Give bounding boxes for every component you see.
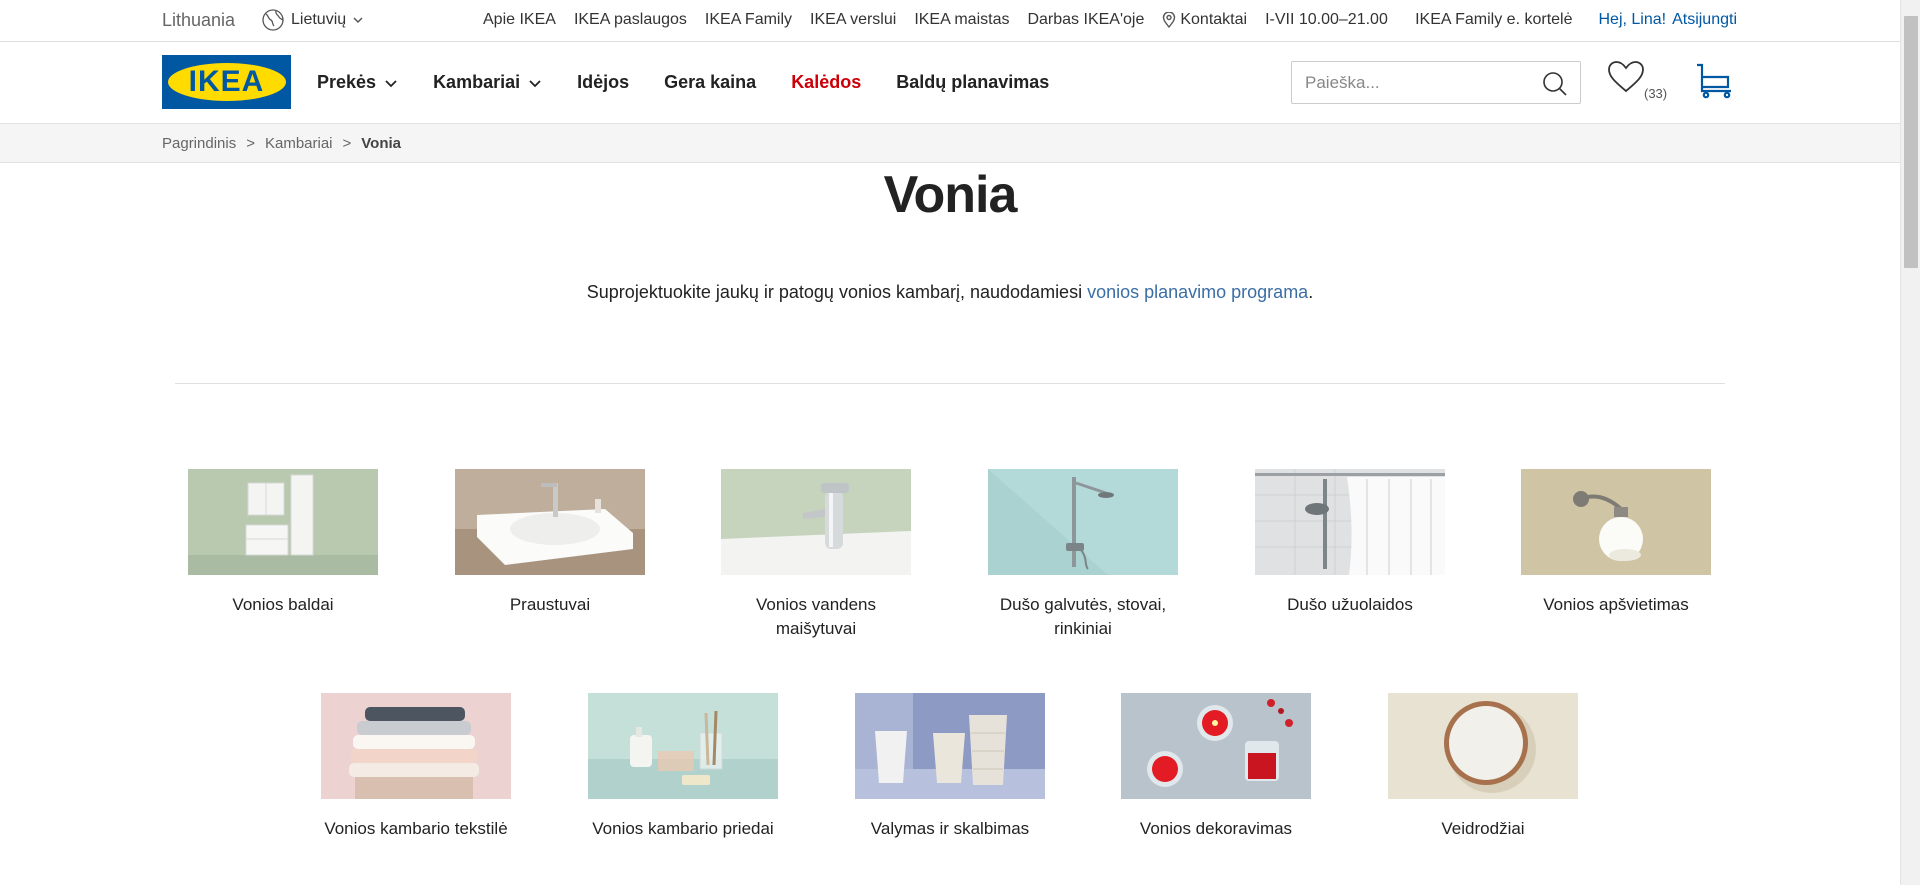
category-tile-faucets[interactable]: Vonios vandens maišytuvai: [721, 469, 911, 641]
category-label: Vonios dekoravimas: [1139, 819, 1293, 838]
category-tile-lighting[interactable]: Vonios apšvietimas: [1521, 469, 1711, 617]
category-label: Vonios baldai: [232, 595, 334, 614]
search-box: [1291, 61, 1581, 104]
category-label: Vonios apšvietimas: [1543, 595, 1689, 614]
main-nav: Prekės Kambariai Idėjos Gera kaina Kalėd…: [317, 72, 1049, 93]
breadcrumb-separator: >: [246, 135, 255, 152]
category-image: [721, 469, 911, 575]
category-label: Dušo užuolaidos: [1287, 595, 1413, 614]
category-image: [1521, 469, 1711, 575]
category-tile-textiles[interactable]: Vonios kambario tekstilė: [321, 693, 511, 841]
category-tile-shower-heads[interactable]: Dušo galvutės, stovai, rinkiniai: [988, 469, 1178, 641]
candles-icon: [1121, 693, 1311, 799]
language-label: Lietuvių: [291, 11, 347, 28]
planner-link[interactable]: vonios planavimo programa: [1087, 282, 1308, 302]
nav-kambariai-label: Kambariai: [433, 72, 521, 92]
round-mirror-icon: [1388, 693, 1578, 799]
category-image: [1255, 469, 1445, 575]
chevron-down-icon: [385, 79, 397, 87]
chevron-down-icon: [353, 17, 363, 24]
link-darbas[interactable]: Darbas IKEA'oje: [1027, 11, 1144, 29]
breadcrumb: Pagrindinis > Kambariai > Vonia: [0, 123, 1900, 163]
wall-lamp-icon: [1521, 469, 1711, 575]
breadcrumb-rooms[interactable]: Kambariai: [265, 135, 333, 152]
category-tile-shower-curtains[interactable]: Dušo užuolaidos: [1255, 469, 1445, 617]
category-image: [188, 469, 378, 575]
category-label: Vonios kambario priedai: [592, 819, 774, 838]
breadcrumb-current: Vonia: [361, 135, 402, 152]
nav-baldu-planavimas[interactable]: Baldų planavimas: [896, 72, 1049, 93]
wishlist-count: (33): [1644, 86, 1668, 101]
link-paslaugos[interactable]: IKEA paslaugos: [574, 11, 687, 29]
bathroom-cabinet-icon: [188, 469, 378, 575]
scrollbar-thumb[interactable]: [1904, 16, 1918, 268]
category-label: Dušo galvutės, stovai, rinkiniai: [999, 595, 1167, 638]
link-contacts[interactable]: Kontaktai: [1162, 11, 1247, 29]
greeting-link[interactable]: Hej, Lina!: [1598, 11, 1666, 29]
shopping-cart-icon[interactable]: [1695, 63, 1735, 99]
nav-kambariai[interactable]: Kambariai: [433, 72, 542, 93]
chevron-down-icon: [529, 79, 541, 87]
category-tile-decoration[interactable]: Vonios dekoravimas: [1121, 693, 1311, 841]
category-tile-mirrors[interactable]: Veidrodžiai: [1388, 693, 1578, 841]
category-image: [1121, 693, 1311, 799]
link-ikea-family[interactable]: IKEA Family: [705, 11, 792, 29]
laundry-baskets-icon: [855, 693, 1045, 799]
shower-curtain-icon: [1255, 469, 1445, 575]
category-tile-laundry[interactable]: Valymas ir skalbimas: [855, 693, 1045, 841]
shower-set-icon: [988, 469, 1178, 575]
country-label[interactable]: Lithuania: [162, 10, 235, 31]
family-card-link[interactable]: IKEA Family e. kortelė: [1415, 11, 1572, 29]
opening-hours: I-VII 10.00–21.00: [1265, 11, 1388, 28]
towels-icon: [321, 693, 511, 799]
category-label: Vonios vandens maišytuvai: [755, 595, 877, 638]
category-image: [588, 693, 778, 799]
intro-sentence: Suprojektuokite jaukų ir patogų vonios k…: [586, 282, 1088, 302]
link-apie-ikea[interactable]: Apie IKEA: [483, 11, 556, 29]
breadcrumb-separator: >: [342, 135, 352, 152]
category-label: Praustuvai: [509, 595, 591, 614]
nav-idejos[interactable]: Idėjos: [577, 72, 629, 93]
search-input[interactable]: [1292, 62, 1532, 103]
location-pin-icon: [1163, 12, 1176, 28]
category-tile-washbasins[interactable]: Praustuvai: [455, 469, 645, 617]
globe-icon: [262, 9, 284, 31]
top-links: Apie IKEA IKEA paslaugos IKEA Family IKE…: [483, 11, 1388, 29]
top-utility-bar: Lithuania Lietuvių Apie IKEA IKEA paslau…: [0, 0, 1900, 42]
breadcrumb-home[interactable]: Pagrindinis: [162, 135, 236, 152]
category-tile-accessories[interactable]: Vonios kambario priedai: [588, 693, 778, 841]
page-scrollbar[interactable]: [1900, 0, 1920, 885]
category-label: Valymas ir skalbimas: [870, 819, 1030, 838]
category-image: [321, 693, 511, 799]
link-maistas[interactable]: IKEA maistas: [914, 11, 1009, 29]
faucet-icon: [721, 469, 911, 575]
search-icon[interactable]: [1542, 71, 1568, 97]
logout-link[interactable]: Atsijungti: [1672, 11, 1737, 29]
page-title: Vonia: [883, 166, 1018, 224]
nav-prekes[interactable]: Prekės: [317, 72, 398, 93]
category-image: [455, 469, 645, 575]
heart-icon[interactable]: [1606, 59, 1646, 95]
language-selector[interactable]: Lietuvių: [261, 8, 364, 32]
logo-text: IKEA: [167, 63, 286, 101]
accessories-icon: [588, 693, 778, 799]
account-links: IKEA Family e. kortelė Hej, Lina! Atsiju…: [1415, 11, 1737, 29]
contacts-label: Kontaktai: [1180, 11, 1248, 28]
category-image: [1388, 693, 1578, 799]
intro-end: .: [1308, 282, 1314, 302]
ikea-logo[interactable]: IKEA: [162, 55, 291, 109]
nav-gera-kaina[interactable]: Gera kaina: [664, 72, 756, 93]
intro-text: Suprojektuokite jaukų ir patogų vonios k…: [0, 282, 1900, 303]
main-header: IKEA Prekės Kambariai Idėjos Gera kaina …: [0, 42, 1900, 123]
nav-prekes-label: Prekės: [317, 72, 377, 92]
category-image: [855, 693, 1045, 799]
section-divider: [175, 383, 1725, 384]
category-image: [988, 469, 1178, 575]
category-label: Veidrodžiai: [1441, 819, 1525, 838]
link-verslui[interactable]: IKEA verslui: [810, 11, 896, 29]
category-tile-furniture[interactable]: Vonios baldai: [188, 469, 378, 617]
washbasin-icon: [455, 469, 645, 575]
category-label: Vonios kambario tekstilė: [324, 819, 508, 838]
nav-kaledos[interactable]: Kalėdos: [791, 72, 861, 93]
